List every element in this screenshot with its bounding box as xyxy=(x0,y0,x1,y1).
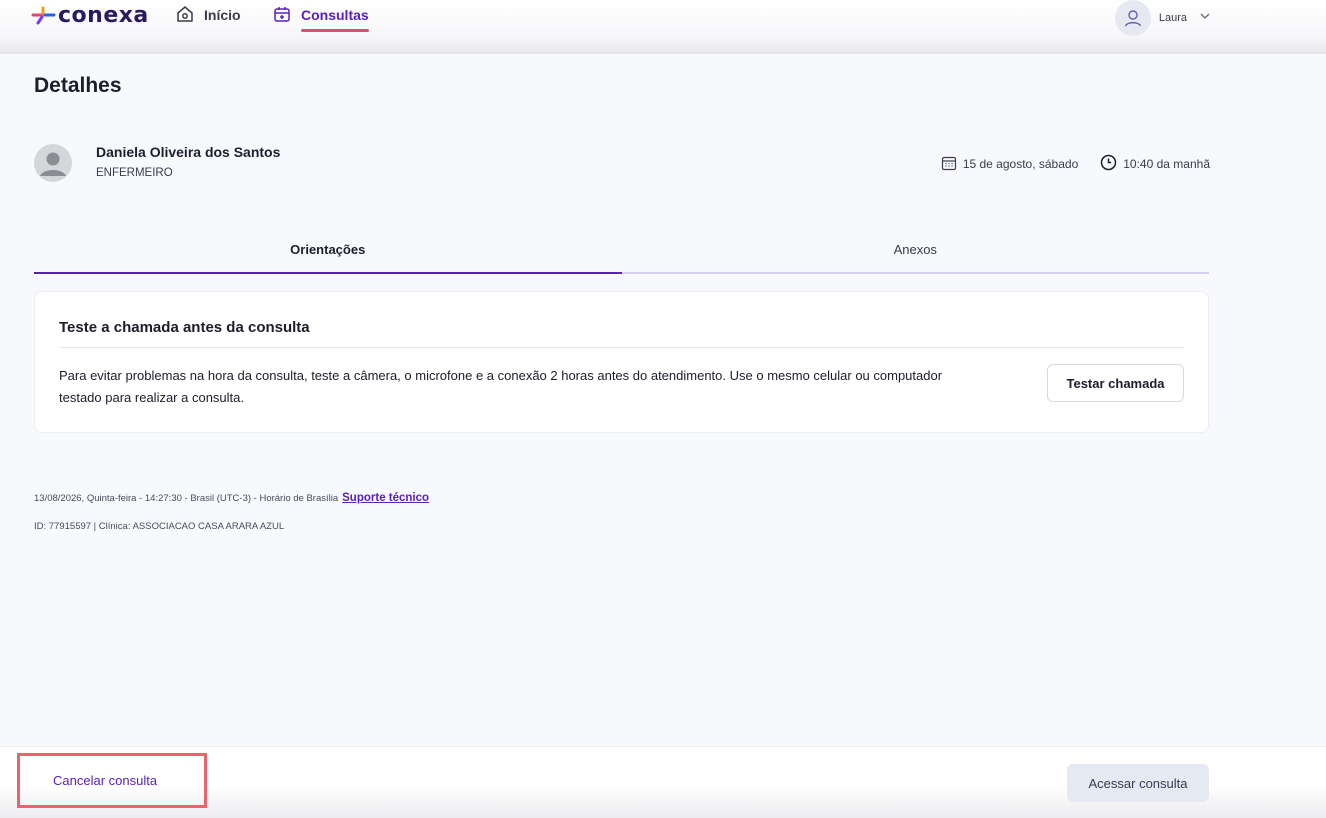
chevron-down-icon xyxy=(1199,9,1211,27)
cancel-appointment-button[interactable]: Cancelar consulta xyxy=(17,753,207,808)
professional-role: ENFERMEIRO xyxy=(96,167,173,179)
conexa-logo-mark-icon xyxy=(30,4,56,26)
test-call-button[interactable]: Testar chamada xyxy=(1047,364,1184,402)
support-link[interactable]: Suporte técnico xyxy=(342,492,429,504)
logo-text: conexa xyxy=(58,2,149,28)
top-header: conexa Início Consultas Laura xyxy=(0,0,1326,54)
id-clinic-line: ID: 77915597 | Clínica: ASSOCIACAO CASA … xyxy=(34,521,285,532)
appointment-time: 10:40 da manhã xyxy=(1123,157,1210,171)
test-call-card: Teste a chamada antes da consulta Para e… xyxy=(34,291,1209,433)
bottom-action-bar: Cancelar consulta Acessar consulta xyxy=(0,746,1326,818)
professional-info: Daniela Oliveira dos Santos ENFERMEIRO xyxy=(34,144,280,182)
clock-icon xyxy=(1100,154,1117,174)
timestamp-text: 13/08/2026, Quinta-feira - 14:27:30 - Br… xyxy=(34,492,339,504)
card-divider xyxy=(59,347,1184,348)
page-title: Detalhes xyxy=(34,74,122,97)
calendar-plus-icon xyxy=(272,4,292,27)
appointment-datetime: 15 de agosto, sábado 10:40 da manhã xyxy=(941,154,1210,174)
calendar-icon xyxy=(941,155,957,174)
tab-orientacoes[interactable]: Orientações xyxy=(34,238,622,274)
professional-avatar xyxy=(34,144,72,182)
professional-name: Daniela Oliveira dos Santos xyxy=(96,144,281,160)
user-menu[interactable]: Laura xyxy=(1114,0,1211,36)
conexa-logo[interactable]: conexa xyxy=(30,2,149,28)
professional-details: Daniela Oliveira dos Santos ENFERMEIRO xyxy=(96,144,280,182)
appointment-date: 15 de agosto, sábado xyxy=(962,157,1079,171)
nav-consultas[interactable]: Consultas xyxy=(272,4,369,32)
active-nav-underline xyxy=(301,29,369,32)
user-icon xyxy=(1124,10,1142,27)
timestamp-line: 13/08/2026, Quinta-feira - 14:27:30 - Br… xyxy=(34,492,429,504)
tab-anexos[interactable]: Anexos xyxy=(622,238,1210,272)
card-text: Para evitar problemas na hora da consult… xyxy=(59,368,943,405)
card-title: Teste a chamada antes da consulta xyxy=(59,319,310,336)
nav-consultas-text: Consultas xyxy=(301,7,369,23)
access-appointment-button[interactable]: Acessar consulta xyxy=(1067,764,1209,802)
nav-consultas-label: Consultas xyxy=(301,7,369,32)
user-avatar xyxy=(1114,0,1151,36)
home-icon xyxy=(175,4,195,27)
person-placeholder-icon xyxy=(40,152,66,176)
nav-home[interactable]: Início xyxy=(175,4,241,26)
details-tabs: Orientações Anexos xyxy=(34,238,1209,274)
nav-home-label: Início xyxy=(204,7,241,23)
user-name: Laura xyxy=(1158,12,1187,24)
